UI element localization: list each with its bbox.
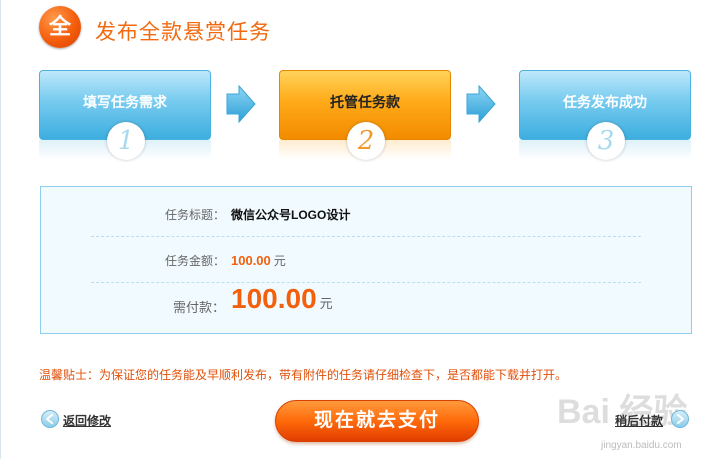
step-number: 1 <box>107 122 145 160</box>
task-amount-unit: 元 <box>273 254 286 268</box>
task-title-row: 任务标题： 微信公众号LOGO设计 <box>91 191 641 237</box>
payment-due-label: 需付款： <box>172 300 225 315</box>
watermark-url: jingyan.baidu.com <box>601 440 682 451</box>
payment-page: 全 发布全款悬赏任务 填写任务需求 1 托管任务款 2 任务发布成功 3 任务标… <box>0 0 716 459</box>
step-3-task-published: 任务发布成功 3 <box>519 70 691 160</box>
payment-due-unit: 元 <box>319 296 333 311</box>
forward-circle-icon <box>671 410 689 428</box>
warm-tip: 温馨贴士：为保证您的任务能及早顺利发布，带有附件的任务请仔细检查下，是否都能下载… <box>39 368 568 382</box>
step-1-fill-requirements: 填写任务需求 1 <box>39 70 211 160</box>
back-to-edit-label[interactable]: 返回修改 <box>63 412 111 429</box>
payment-info-box: 任务标题： 微信公众号LOGO设计 任务金额： 100.00 元 需付款： 100… <box>40 186 692 334</box>
step-label: 填写任务需求 <box>83 94 167 110</box>
task-amount-value-wrap: 100.00 元 <box>231 252 286 269</box>
payment-due-value-wrap: 100.00 元 <box>231 283 333 315</box>
task-amount-row: 任务金额： 100.00 元 <box>91 237 641 283</box>
arrow-right-icon <box>465 84 497 124</box>
task-amount-label: 任务金额： <box>164 254 225 268</box>
step-label: 任务发布成功 <box>563 94 647 110</box>
payment-due-row: 需付款： 100.00 元 <box>91 283 641 329</box>
pay-later-label[interactable]: 稍后付款 <box>615 412 663 429</box>
page-title: 发布全款悬赏任务 <box>95 21 271 44</box>
pay-now-button[interactable]: 现在就去支付 <box>275 400 479 442</box>
step-2-escrow-payment: 托管任务款 2 <box>279 70 451 160</box>
task-title-label: 任务标题： <box>164 208 225 222</box>
payment-due-value: 100.00 <box>231 283 317 314</box>
step-number: 2 <box>347 122 385 160</box>
task-title-value: 微信公众号LOGO设计 <box>231 208 351 222</box>
step-label: 托管任务款 <box>330 94 400 110</box>
task-amount-value: 100.00 <box>231 253 271 268</box>
quan-badge-icon: 全 <box>39 6 81 48</box>
pay-later-link[interactable]: 稍后付款 <box>615 410 691 430</box>
arrow-right-icon <box>225 84 257 124</box>
step-number: 3 <box>587 122 625 160</box>
back-circle-icon <box>41 410 59 428</box>
